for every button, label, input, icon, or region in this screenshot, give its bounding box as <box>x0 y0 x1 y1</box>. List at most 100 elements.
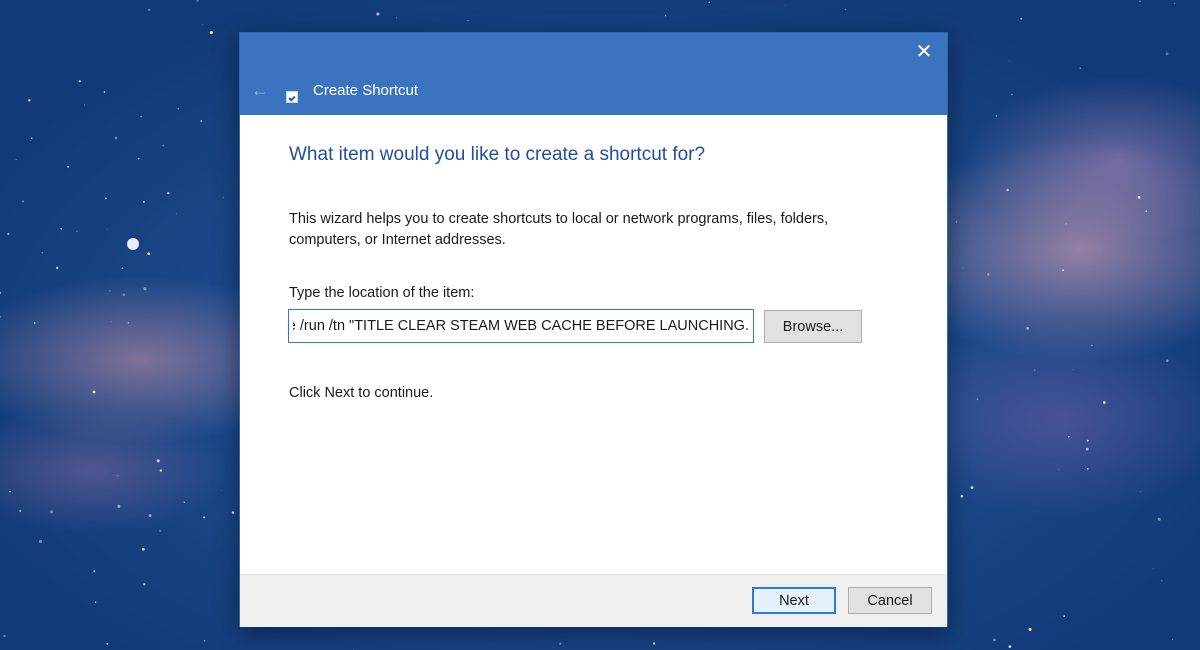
star <box>1137 195 1141 199</box>
wizard-heading: What item would you like to create a sho… <box>289 144 706 165</box>
star <box>93 570 96 573</box>
star <box>221 490 222 491</box>
close-icon[interactable]: ✕ <box>913 41 935 63</box>
star <box>159 529 162 532</box>
star <box>159 469 162 472</box>
star <box>94 601 97 603</box>
bright-star <box>127 238 139 250</box>
star <box>559 642 562 645</box>
star <box>970 486 974 489</box>
star <box>122 293 126 296</box>
star <box>140 115 142 118</box>
cancel-button[interactable]: Cancel <box>848 587 932 614</box>
star <box>7 232 10 235</box>
star <box>353 648 354 650</box>
window-title: Create Shortcut <box>313 82 419 99</box>
star <box>784 4 786 6</box>
star <box>143 201 145 203</box>
star <box>143 287 147 291</box>
star <box>78 80 81 83</box>
star <box>1020 17 1023 20</box>
star <box>1062 269 1065 272</box>
star <box>962 267 964 269</box>
star <box>60 227 62 230</box>
star <box>143 583 146 586</box>
star <box>31 137 33 139</box>
next-button[interactable]: Next <box>752 587 836 614</box>
star <box>652 642 656 645</box>
star <box>1157 517 1161 521</box>
star <box>1028 627 1032 631</box>
star <box>376 12 380 16</box>
star <box>84 104 86 106</box>
shortcut-icon <box>286 91 298 103</box>
star <box>3 634 6 638</box>
star <box>110 321 112 322</box>
star <box>196 0 199 2</box>
star <box>1063 615 1065 617</box>
star <box>1026 326 1030 330</box>
star <box>1034 369 1036 371</box>
star <box>1006 188 1009 192</box>
star <box>203 516 206 519</box>
star <box>114 136 118 140</box>
location-input[interactable] <box>288 309 754 343</box>
star <box>1152 567 1154 569</box>
star <box>116 474 119 477</box>
star <box>137 157 140 160</box>
wizard-intro-text: This wizard helps you to create shortcut… <box>289 211 829 248</box>
title-bar[interactable]: ✕ ← Create Shortcut <box>240 33 947 115</box>
star <box>121 267 124 269</box>
star <box>117 504 121 508</box>
star <box>1171 638 1174 641</box>
star <box>28 99 31 102</box>
star <box>1165 52 1169 56</box>
desktop-background: ✕ ← Create Shortcut What item would you … <box>0 0 1200 650</box>
star <box>9 490 11 493</box>
star <box>1166 359 1169 362</box>
dialog-footer: Next Cancel <box>240 574 947 627</box>
star <box>19 510 21 512</box>
star <box>993 638 996 642</box>
star <box>231 511 235 514</box>
star <box>1102 401 1106 404</box>
star <box>177 108 179 110</box>
star <box>148 514 152 518</box>
star <box>106 643 109 645</box>
star <box>976 398 979 401</box>
star <box>844 9 846 10</box>
star <box>1008 645 1012 648</box>
star <box>105 197 107 200</box>
star <box>203 639 206 642</box>
star <box>127 321 130 324</box>
star <box>1065 223 1067 225</box>
star <box>1079 67 1082 70</box>
star <box>41 252 43 254</box>
back-arrow-icon[interactable]: ← <box>249 80 271 100</box>
star <box>33 322 36 324</box>
star <box>987 273 990 276</box>
star <box>1086 467 1089 470</box>
star <box>22 200 25 203</box>
star <box>76 230 78 232</box>
star <box>708 1 710 3</box>
star <box>1139 491 1141 492</box>
star <box>0 291 2 295</box>
star <box>183 501 186 504</box>
star <box>109 290 111 292</box>
create-shortcut-dialog: ✕ ← Create Shortcut What item would you … <box>240 33 947 627</box>
star <box>67 165 70 168</box>
star <box>156 459 160 463</box>
star <box>955 221 958 223</box>
star <box>167 191 170 195</box>
star <box>38 539 43 544</box>
star <box>15 159 17 160</box>
star <box>201 23 203 25</box>
star <box>1139 0 1141 2</box>
star <box>162 144 165 147</box>
star <box>1091 344 1093 346</box>
browse-button[interactable]: Browse... <box>764 310 862 343</box>
star <box>664 14 667 17</box>
star <box>0 315 2 318</box>
continue-hint: Click Next to continue. <box>289 385 434 401</box>
